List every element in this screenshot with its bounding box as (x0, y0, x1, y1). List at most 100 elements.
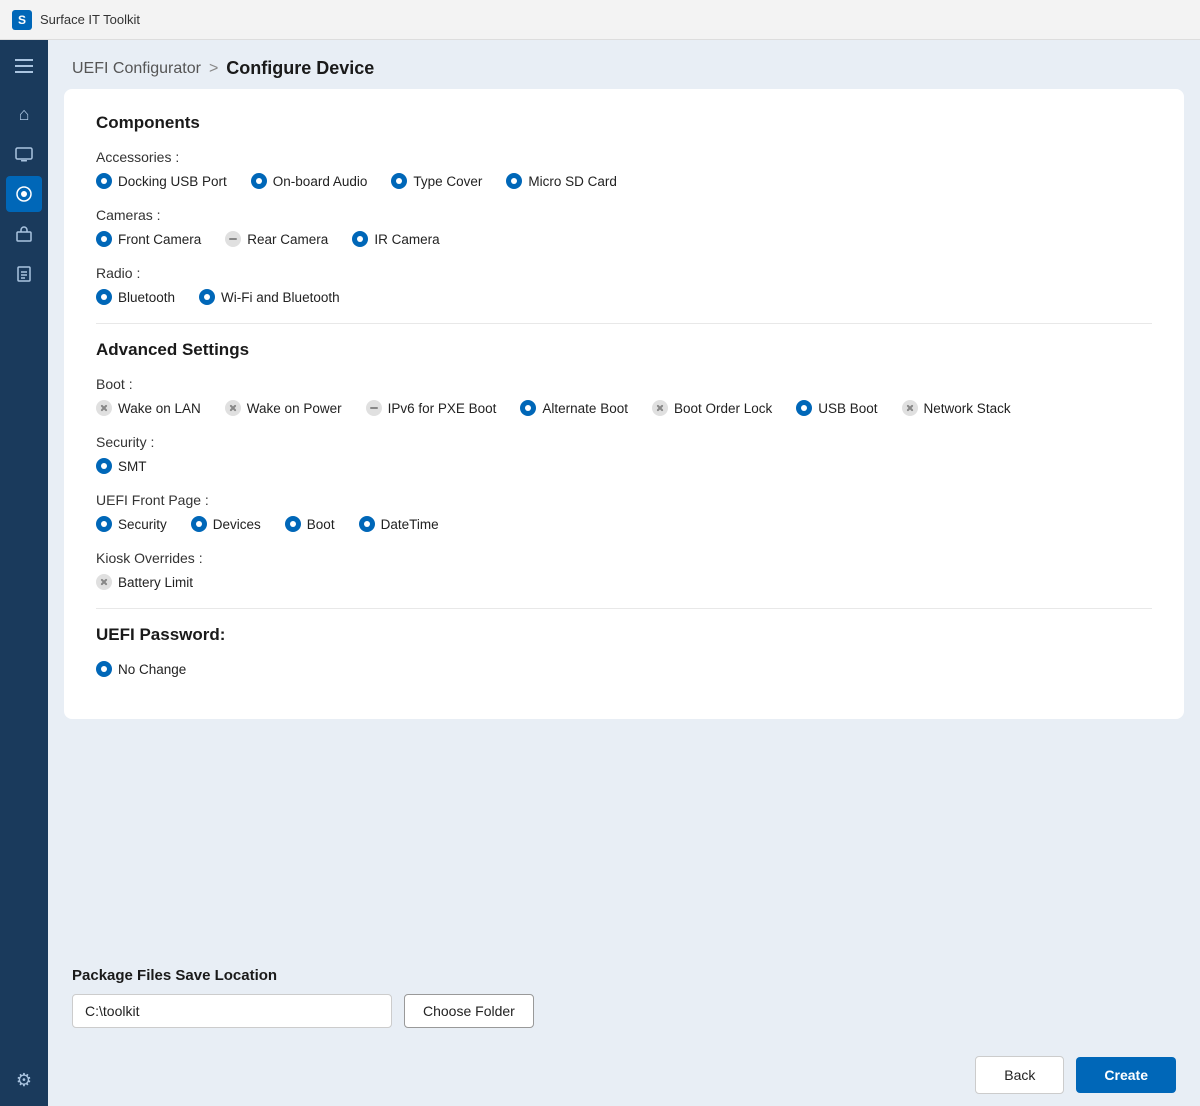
radio-network-stack[interactable]: Network Stack (902, 400, 1011, 416)
radio-dot-boot-order-lock (652, 400, 668, 416)
uefi-front-page-radio-group: Security Devices Boot DateTime (96, 516, 1152, 532)
radio-label-rear-camera: Rear Camera (247, 232, 328, 247)
content-area: UEFI Configurator > Configure Device Com… (48, 40, 1200, 1106)
sidebar-item-deployments[interactable] (6, 216, 42, 252)
radio-dot-ir-camera (352, 231, 368, 247)
boot-radio-group: Wake on LAN Wake on Power IPv6 for PXE B… (96, 400, 1152, 416)
radio-onboard-audio[interactable]: On-board Audio (251, 173, 368, 189)
radio-label-wifi-bluetooth: Wi-Fi and Bluetooth (221, 290, 340, 305)
accessories-radio-group: Docking USB Port On-board Audio Type Cov… (96, 173, 1152, 189)
radio-usb-boot[interactable]: USB Boot (796, 400, 877, 416)
accessories-label: Accessories : (96, 149, 1152, 165)
radio-alternate-boot[interactable]: Alternate Boot (520, 400, 628, 416)
radio-battery-limit[interactable]: Battery Limit (96, 574, 193, 590)
main-scroll-area: Components Accessories : Docking USB Por… (48, 89, 1200, 951)
security-radio-group: SMT (96, 458, 1152, 474)
radio-dot-network-stack (902, 400, 918, 416)
radio-boot-order-lock[interactable]: Boot Order Lock (652, 400, 772, 416)
kiosk-overrides-subsection: Kiosk Overrides : Battery Limit (96, 550, 1152, 590)
radio-dot-battery-limit (96, 574, 112, 590)
radio-dot-docking-usb-port (96, 173, 112, 189)
radio-no-change[interactable]: No Change (96, 661, 186, 677)
radio-label-wake-on-lan: Wake on LAN (118, 401, 201, 416)
radio-label-bluetooth: Bluetooth (118, 290, 175, 305)
uefi-password-radio-group: No Change (96, 661, 1152, 677)
radio-label-usb-boot: USB Boot (818, 401, 877, 416)
radio-label-uefi-datetime: DateTime (381, 517, 439, 532)
components-section-title: Components (96, 113, 1152, 133)
radio-subsection: Radio : Bluetooth Wi-Fi and Bluetooth (96, 265, 1152, 305)
radio-ir-camera[interactable]: IR Camera (352, 231, 439, 247)
radio-micro-sd-card[interactable]: Micro SD Card (506, 173, 617, 189)
sidebar-item-devices[interactable] (6, 136, 42, 172)
sidebar-item-home[interactable]: ⌂ (6, 96, 42, 132)
radio-smt[interactable]: SMT (96, 458, 147, 474)
radio-uefi-datetime[interactable]: DateTime (359, 516, 439, 532)
radio-type-cover[interactable]: Type Cover (391, 173, 482, 189)
radio-dot-onboard-audio (251, 173, 267, 189)
app-icon: S (12, 10, 32, 30)
radio-label-network-stack: Network Stack (924, 401, 1011, 416)
radio-wifi-bluetooth[interactable]: Wi-Fi and Bluetooth (199, 289, 340, 305)
radio-uefi-devices[interactable]: Devices (191, 516, 261, 532)
radio-label-battery-limit: Battery Limit (118, 575, 193, 590)
radio-dot-micro-sd-card (506, 173, 522, 189)
components-card: Components Accessories : Docking USB Por… (64, 89, 1184, 719)
radio-label-front-camera: Front Camera (118, 232, 201, 247)
radio-uefi-boot[interactable]: Boot (285, 516, 335, 532)
cameras-label: Cameras : (96, 207, 1152, 223)
radio-label-boot-order-lock: Boot Order Lock (674, 401, 772, 416)
choose-folder-button[interactable]: Choose Folder (404, 994, 534, 1028)
radio-dot-uefi-datetime (359, 516, 375, 532)
kiosk-overrides-label: Kiosk Overrides : (96, 550, 1152, 566)
radio-label-micro-sd-card: Micro SD Card (528, 174, 617, 189)
breadcrumb-separator: > (209, 60, 218, 78)
radio-front-camera[interactable]: Front Camera (96, 231, 201, 247)
radio-dot-ipv6-pxe (366, 400, 382, 416)
radio-label-onboard-audio: On-board Audio (273, 174, 368, 189)
radio-ipv6-pxe[interactable]: IPv6 for PXE Boot (366, 400, 497, 416)
radio-label-ir-camera: IR Camera (374, 232, 439, 247)
radio-dot-wifi-bluetooth (199, 289, 215, 305)
path-input[interactable] (72, 994, 392, 1028)
sidebar-settings-icon[interactable]: ⚙ (6, 1062, 42, 1098)
section-divider-2 (96, 608, 1152, 609)
hamburger-menu[interactable] (6, 48, 42, 84)
radio-wake-on-power[interactable]: Wake on Power (225, 400, 342, 416)
back-button[interactable]: Back (975, 1056, 1064, 1094)
radio-radio-group: Bluetooth Wi-Fi and Bluetooth (96, 289, 1152, 305)
radio-dot-usb-boot (796, 400, 812, 416)
sidebar: ⌂ ⚙ (0, 40, 48, 1106)
radio-wake-on-lan[interactable]: Wake on LAN (96, 400, 201, 416)
radio-dot-rear-camera (225, 231, 241, 247)
kiosk-radio-group: Battery Limit (96, 574, 1152, 590)
uefi-password-subsection: No Change (96, 661, 1152, 677)
radio-dot-type-cover (391, 173, 407, 189)
radio-label-wake-on-power: Wake on Power (247, 401, 342, 416)
radio-dot-alternate-boot (520, 400, 536, 416)
create-button[interactable]: Create (1076, 1057, 1176, 1093)
save-location-row: Choose Folder (72, 994, 1176, 1028)
radio-uefi-security[interactable]: Security (96, 516, 167, 532)
radio-label-uefi-boot: Boot (307, 517, 335, 532)
breadcrumb-parent[interactable]: UEFI Configurator (72, 60, 201, 78)
radio-dot-uefi-security (96, 516, 112, 532)
breadcrumb: UEFI Configurator > Configure Device (72, 58, 1176, 79)
radio-dot-front-camera (96, 231, 112, 247)
sidebar-item-reports[interactable] (6, 256, 42, 292)
radio-bluetooth[interactable]: Bluetooth (96, 289, 175, 305)
radio-label-uefi-devices: Devices (213, 517, 261, 532)
cameras-subsection: Cameras : Front Camera Rear Camera IR (96, 207, 1152, 247)
boot-subsection: Boot : Wake on LAN Wake on Power IPv6 (96, 376, 1152, 416)
section-divider-1 (96, 323, 1152, 324)
app-title: Surface IT Toolkit (40, 12, 140, 27)
advanced-settings-title: Advanced Settings (96, 340, 1152, 360)
uefi-password-title: UEFI Password: (96, 625, 1152, 645)
sidebar-item-uefi[interactable] (6, 176, 42, 212)
security-label: Security : (96, 434, 1152, 450)
radio-rear-camera[interactable]: Rear Camera (225, 231, 328, 247)
radio-label-alternate-boot: Alternate Boot (542, 401, 628, 416)
radio-docking-usb-port[interactable]: Docking USB Port (96, 173, 227, 189)
breadcrumb-bar: UEFI Configurator > Configure Device (48, 40, 1200, 89)
uefi-front-page-subsection: UEFI Front Page : Security Devices Bo (96, 492, 1152, 532)
